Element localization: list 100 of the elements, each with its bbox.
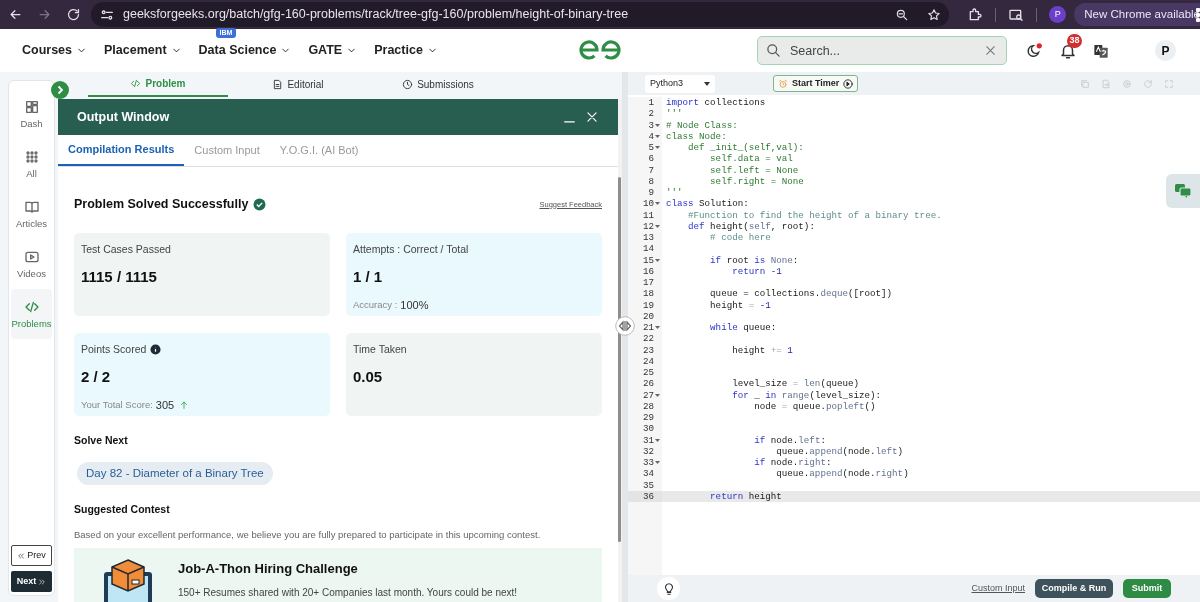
line-number: 8 <box>648 175 654 187</box>
back-icon[interactable] <box>8 7 23 22</box>
line-number: 14 <box>642 243 654 255</box>
line-number: 27 <box>642 389 654 401</box>
translate-icon[interactable] <box>1093 42 1109 59</box>
contest-text: 150+ Resumes shared with 20+ Companies last month. Yours could be next! <box>178 586 518 600</box>
prev-button[interactable]: Prev <box>11 545 52 566</box>
code-line: if node.left: <box>753 434 826 446</box>
line-number: 15 <box>642 254 654 266</box>
line-number: 32 <box>642 445 654 457</box>
logo[interactable] <box>578 40 622 60</box>
nav-menu-item[interactable]: Courses <box>22 41 88 60</box>
custom-input-link[interactable]: Custom Input <box>971 581 1025 596</box>
search-field[interactable]: Search... <box>757 36 1007 65</box>
line-number: 19 <box>642 299 654 311</box>
line-number: 33 <box>642 457 654 469</box>
sidebar-item[interactable]: Dash <box>11 89 52 139</box>
arrow-up-icon <box>179 400 190 411</box>
nav-menu-item[interactable]: Practice <box>374 41 438 60</box>
reload-icon[interactable] <box>66 7 81 22</box>
window-title: Output Window <box>77 108 170 126</box>
problem-tab[interactable]: Editorial <box>228 72 368 97</box>
forward-icon[interactable] <box>37 7 52 22</box>
fold-caret-icon[interactable] <box>655 258 660 262</box>
code-line: def height(self, root): <box>687 220 815 232</box>
fold-caret-icon[interactable] <box>655 202 660 206</box>
user-avatar[interactable]: P <box>1155 40 1176 61</box>
fold-caret-icon[interactable] <box>655 134 660 138</box>
sidebar-item[interactable]: Videos <box>11 239 52 289</box>
laptop-box-drawing <box>102 557 154 602</box>
line-number: 22 <box>642 333 654 345</box>
line-number: 2 <box>648 108 654 120</box>
url-text: geeksforgeeks.org/batch/gfg-160-problems/track/tree-gfg-160/problem/height-of-binary-tree <box>123 6 629 24</box>
fold-caret-icon[interactable] <box>655 461 660 465</box>
play-circle-icon <box>843 78 854 89</box>
line-number: 7 <box>648 164 654 176</box>
line-number: 12 <box>642 220 654 232</box>
line-number: 4 <box>648 130 654 142</box>
chat-icon <box>1175 184 1191 198</box>
code-line: # Node Class: <box>666 119 738 131</box>
zoom-icon[interactable] <box>895 7 910 22</box>
fold-caret-icon[interactable] <box>655 146 660 150</box>
code-line: ''' <box>666 108 683 120</box>
scrollbar-thumb[interactable] <box>618 177 621 542</box>
close-icon[interactable] <box>984 44 997 57</box>
code-line: queue = collections.deque([root]) <box>709 288 893 300</box>
line-number: 13 <box>642 232 654 244</box>
fold-caret-icon[interactable] <box>655 224 660 228</box>
output-tab[interactable]: Compilation Results <box>58 134 185 166</box>
code-line: class Solution: <box>666 198 749 210</box>
line-number: 34 <box>642 468 654 480</box>
info-icon[interactable] <box>150 344 162 356</box>
double-chevron-left-icon <box>17 551 26 560</box>
nav-menu-item[interactable]: GATE <box>308 41 358 60</box>
result-title: Problem Solved Successfully <box>74 196 249 213</box>
line-number: 17 <box>642 277 654 289</box>
solve-next-link[interactable]: Day 82 - Diameter of a Binary Tree <box>77 461 273 485</box>
fold-caret-icon[interactable] <box>655 393 660 397</box>
line-number: 28 <box>642 400 654 412</box>
next-button[interactable]: Next <box>11 571 52 592</box>
start-timer-button[interactable]: Start Timer <box>773 75 859 92</box>
extension-icon[interactable] <box>967 6 984 23</box>
expand-toggle-icon[interactable] <box>51 81 69 99</box>
profile-avatar[interactable]: P <box>1049 6 1067 23</box>
stat-sub-value: 305 <box>155 398 175 413</box>
problem-tab[interactable]: Problem <box>88 72 228 97</box>
code-line: while queue: <box>709 322 777 334</box>
language-select[interactable]: Python3 <box>645 74 715 93</box>
line-number: 24 <box>642 355 654 367</box>
book-icon <box>23 199 40 215</box>
dark-mode-icon[interactable] <box>1025 41 1043 60</box>
section-heading: Suggested Contest <box>74 501 171 517</box>
code-line: def _init_(self,val): <box>687 142 804 154</box>
problem-tab[interactable]: Submissions <box>368 72 508 97</box>
code-line: for _ in range(level_size): <box>731 389 882 401</box>
code-icon <box>130 78 142 89</box>
code-line: self.right = None <box>709 175 804 187</box>
code-line: self.data = val <box>709 153 793 165</box>
chat-button[interactable] <box>1166 174 1200 208</box>
star-icon[interactable] <box>927 7 942 22</box>
nav-menu-item[interactable]: Placement <box>104 41 182 60</box>
code-line: self.left = None <box>709 164 799 176</box>
contest-title: Job-A-Thon Hiring Challenge <box>178 559 359 578</box>
sidebar-item[interactable]: Articles <box>11 189 52 239</box>
line-number: 20 <box>642 310 654 322</box>
fold-caret-icon[interactable] <box>655 123 660 127</box>
sidebar-item[interactable]: Problems <box>11 289 52 339</box>
address-bar[interactable]: geeksforgeeks.org/batch/gfg-160-problems/track/tree-gfg-160/problem/height-of-binary-tree <box>91 2 950 27</box>
stat-label: Test Cases Passed <box>81 241 171 257</box>
sidebar-item[interactable]: All <box>11 139 52 189</box>
line-number: 30 <box>642 423 654 435</box>
code-line: level_size = len(queue) <box>731 378 859 390</box>
line-number: 35 <box>642 479 654 491</box>
line-number: 1 <box>648 97 654 109</box>
notification-count: 38 <box>1067 33 1082 48</box>
submit-button[interactable]: Submit <box>1123 579 1171 598</box>
close-icon[interactable] <box>585 110 599 124</box>
fold-caret-icon[interactable] <box>655 326 660 330</box>
fold-caret-icon[interactable] <box>655 438 660 442</box>
compile-run-button[interactable]: Compile & Run <box>1035 579 1113 598</box>
